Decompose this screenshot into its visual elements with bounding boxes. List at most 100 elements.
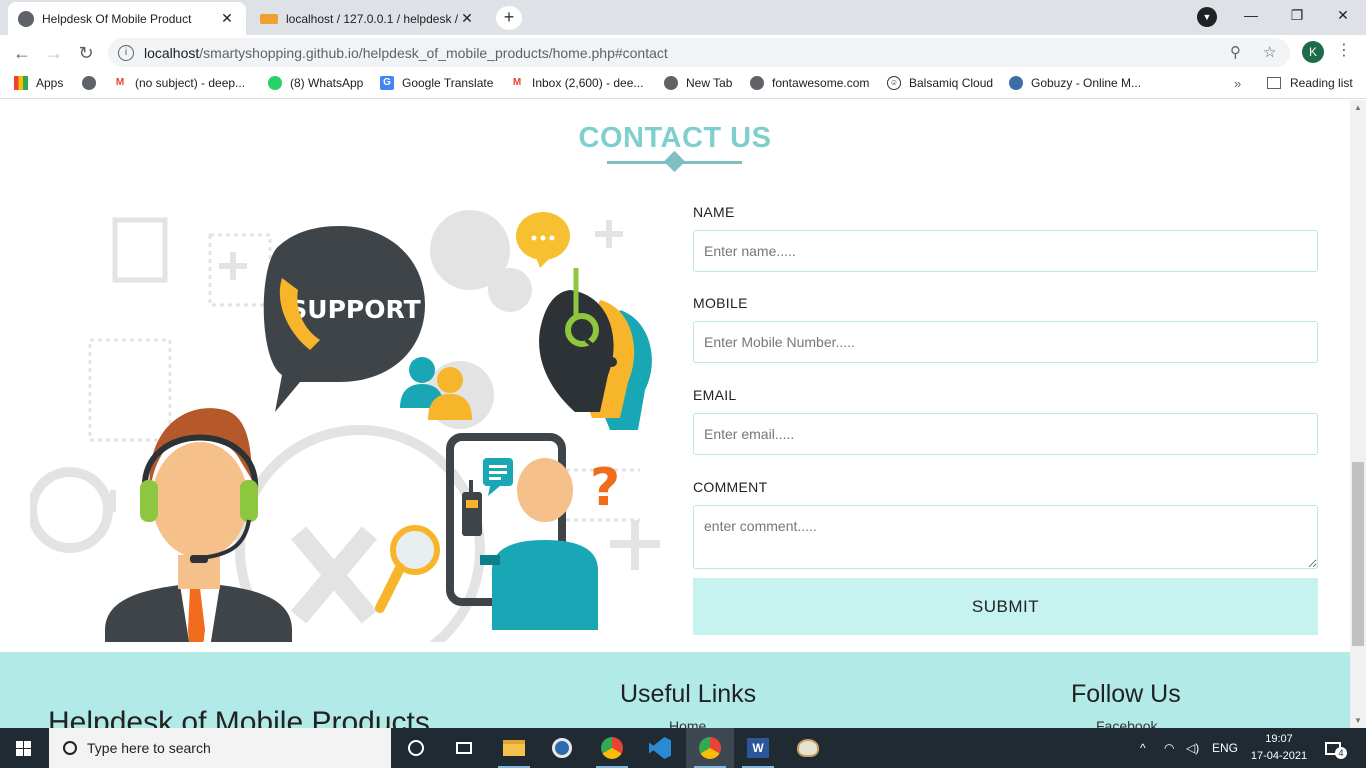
media-app-icon[interactable] <box>538 728 586 768</box>
url-host: localhost <box>144 44 200 61</box>
footer-link-home[interactable]: Home <box>669 718 706 728</box>
balsamiq-icon: ☺ <box>887 76 901 90</box>
useful-links-heading: Useful Links <box>620 680 757 708</box>
restore-button[interactable]: ❐ <box>1274 0 1320 32</box>
close-tab-icon[interactable]: ✕ <box>458 10 476 27</box>
close-window-button[interactable]: ✕ <box>1320 0 1366 32</box>
url-path: /smartyshopping.github.io/helpdesk_of_mo… <box>199 44 668 61</box>
name-label: NAME <box>693 204 735 220</box>
globe-icon <box>82 76 96 90</box>
svg-text:?: ? <box>590 458 620 518</box>
language-indicator[interactable]: ENG <box>1212 728 1238 768</box>
paint-icon[interactable] <box>784 728 832 768</box>
bookmark-label: (no subject) - deep... <box>135 76 246 90</box>
zoom-icon[interactable]: ⚲ <box>1230 43 1241 61</box>
taskbar-clock[interactable]: 19:07 17-04-2021 <box>1250 731 1308 765</box>
submit-button[interactable]: SUBMIT <box>693 578 1318 635</box>
comment-textarea[interactable] <box>693 505 1318 569</box>
footer-link-facebook[interactable]: Facebook <box>1096 718 1157 728</box>
bookmark-whatsapp[interactable]: (8) WhatsApp <box>268 76 363 90</box>
word-icon[interactable]: W <box>734 728 782 768</box>
footer-brand: Helpdesk of Mobile Products <box>48 706 430 728</box>
vscode-icon[interactable] <box>636 728 684 768</box>
bookmark-gmail-1[interactable]: M (no subject) - deep... <box>113 76 245 90</box>
page-scrollbar[interactable]: ▲ ▼ <box>1350 100 1366 728</box>
chrome-profile-icon[interactable] <box>686 728 734 768</box>
apps-grid-icon <box>14 76 28 90</box>
notification-count: 4 <box>1335 747 1347 759</box>
site-info-icon[interactable]: i <box>118 44 134 61</box>
gobuzy-icon <box>1009 76 1023 90</box>
tab-title: Helpdesk Of Mobile Product <box>42 11 192 26</box>
wifi-icon[interactable]: ◠ <box>1164 728 1174 768</box>
bookmark-gmail-2[interactable]: M Inbox (2,600) - dee... <box>510 76 644 90</box>
scroll-down-icon[interactable]: ▼ <box>1354 716 1362 725</box>
bookmark-label: Balsamiq Cloud <box>909 76 994 90</box>
bookmark-apps[interactable]: Apps <box>14 76 63 90</box>
bookmark-google-translate[interactable]: G Google Translate <box>380 76 493 90</box>
bookmarks-overflow-button[interactable]: » <box>1234 76 1241 91</box>
cortana-icon[interactable] <box>392 728 440 768</box>
bookmark-fontawesome[interactable]: fontawesome.com <box>750 76 869 90</box>
reading-list-icon <box>1267 77 1281 89</box>
profile-avatar[interactable]: K <box>1302 41 1324 63</box>
mobile-input[interactable] <box>693 321 1318 363</box>
clock-time: 19:07 <box>1265 733 1293 745</box>
chrome-icon[interactable] <box>588 728 636 768</box>
email-input[interactable] <box>693 413 1318 455</box>
taskbar-search-placeholder: Type here to search <box>87 740 211 756</box>
tab-search-icon[interactable]: ▼ <box>1197 7 1217 27</box>
bookmark-globe[interactable] <box>82 76 104 90</box>
bookmark-label: Google Translate <box>402 76 494 90</box>
bookmark-gobuzy[interactable]: Gobuzy - Online M... <box>1009 76 1141 90</box>
clock-date: 17-04-2021 <box>1250 750 1308 762</box>
support-illustration: SUPPORT ? <box>30 210 660 642</box>
reading-list-button[interactable]: Reading list <box>1267 76 1353 90</box>
address-bar[interactable]: i localhost/smartyshopping.github.io/hel… <box>108 38 1290 67</box>
tab-title: localhost / 127.0.0.1 / helpdesk / <box>286 11 458 26</box>
globe-icon <box>664 76 678 90</box>
tab-helpdesk[interactable]: Helpdesk Of Mobile Product ✕ <box>8 2 246 35</box>
gmail-icon: M <box>512 77 522 88</box>
gmail-icon: M <box>115 77 125 88</box>
bookmark-star-icon[interactable]: ☆ <box>1263 43 1276 61</box>
browser-toolbar: ← → ↻ i localhost/smartyshopping.github.… <box>0 35 1366 70</box>
scrollbar-thumb[interactable] <box>1352 462 1364 646</box>
taskbar-search-box[interactable]: Type here to search <box>49 728 391 768</box>
globe-icon <box>18 10 34 27</box>
new-tab-button[interactable]: + <box>496 6 522 30</box>
windows-logo-icon <box>16 741 31 756</box>
translate-icon: G <box>380 76 394 90</box>
close-tab-icon[interactable]: ✕ <box>218 10 236 27</box>
windows-taskbar: Type here to search W ^ ◠ ◁) ENG 19:07 1… <box>0 728 1366 768</box>
notifications-button[interactable]: 4 <box>1325 728 1347 768</box>
start-button[interactable] <box>0 728 48 768</box>
scroll-up-icon[interactable]: ▲ <box>1354 103 1362 112</box>
forward-button[interactable]: → <box>41 40 67 66</box>
whatsapp-icon <box>268 76 282 90</box>
bookmark-label: (8) WhatsApp <box>290 76 364 90</box>
minimize-button[interactable]: — <box>1228 0 1274 32</box>
bookmark-label: New Tab <box>686 76 733 90</box>
support-text: SUPPORT <box>289 295 420 324</box>
search-icon <box>63 741 77 755</box>
volume-icon[interactable]: ◁) <box>1186 728 1199 768</box>
email-label: EMAIL <box>693 387 737 403</box>
back-button[interactable]: ← <box>9 40 35 66</box>
page-viewport: CONTACT US SUPPORT ? NAME Enter name....… <box>0 100 1350 728</box>
bookmark-label: fontawesome.com <box>772 76 870 90</box>
reading-list-label: Reading list <box>1290 76 1353 90</box>
bookmark-new-tab[interactable]: New Tab <box>664 76 732 90</box>
contact-heading: CONTACT US <box>578 122 772 154</box>
menu-icon[interactable]: ⋮ <box>1336 40 1352 60</box>
name-input[interactable] <box>693 230 1318 272</box>
globe-icon <box>750 76 764 90</box>
file-explorer-icon[interactable] <box>490 728 538 768</box>
show-hidden-icons[interactable]: ^ <box>1140 728 1146 768</box>
bookmark-balsamiq[interactable]: ☺ Balsamiq Cloud <box>887 76 993 90</box>
task-view-icon[interactable] <box>440 728 488 768</box>
follow-us-heading: Follow Us <box>1071 680 1181 708</box>
reload-button[interactable]: ↻ <box>73 40 99 66</box>
tab-phpmyadmin[interactable]: localhost / 127.0.0.1 / helpdesk / ✕ <box>250 2 486 35</box>
mobile-label: MOBILE <box>693 295 748 311</box>
